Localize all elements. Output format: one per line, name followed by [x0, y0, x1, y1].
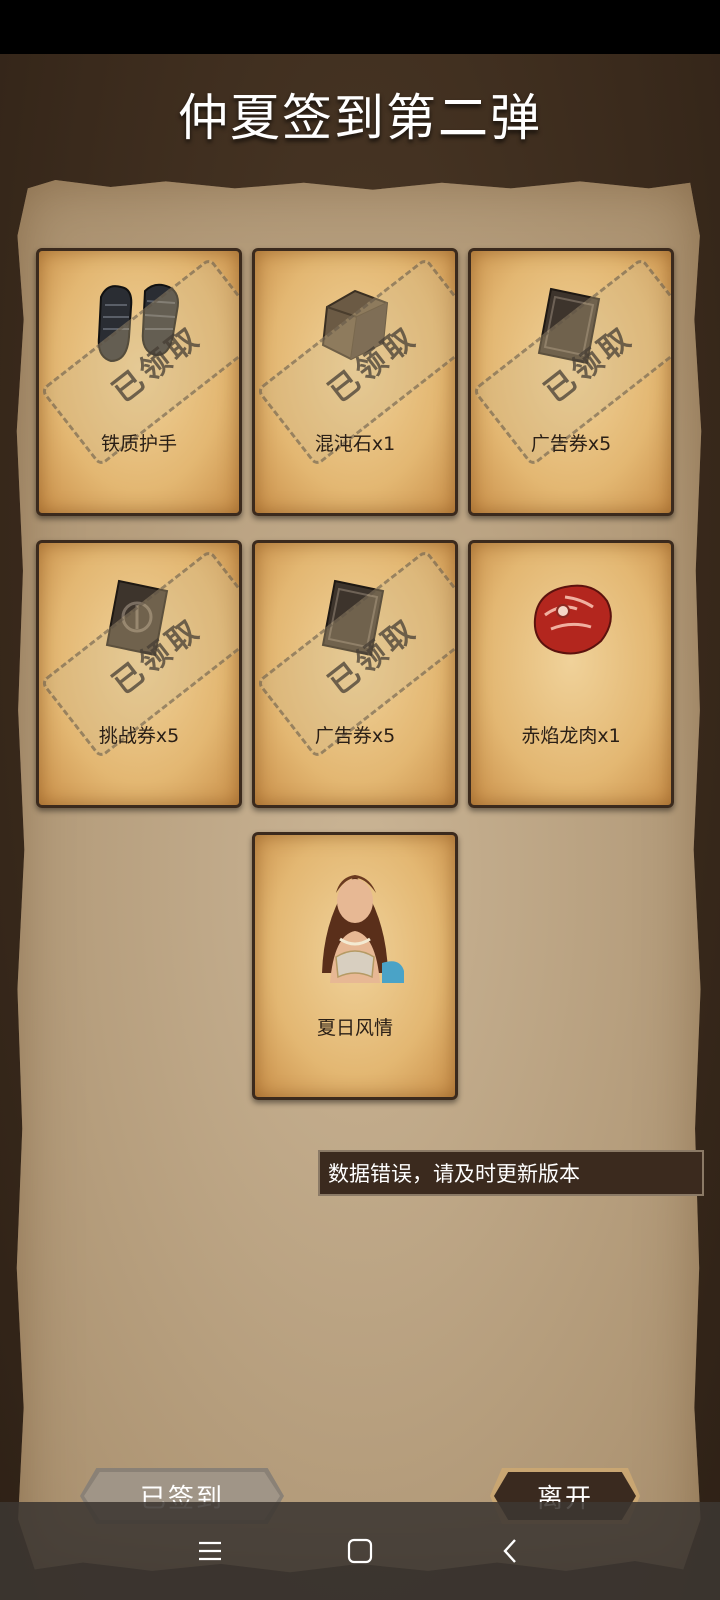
reward-label: 混沌石x1 [314, 433, 396, 455]
reward-card-5[interactable]: 已领取 广告券x5 [252, 540, 458, 808]
reward-card-4[interactable]: 已领取 挑战券x5 [36, 540, 242, 808]
reward-card-7[interactable]: 夏日风情 [252, 832, 458, 1100]
home-icon[interactable] [340, 1531, 380, 1571]
reward-label: 铁质护手 [100, 433, 177, 455]
system-navbar [0, 1502, 720, 1600]
back-icon[interactable] [490, 1531, 530, 1571]
reward-card-2[interactable]: 已领取 混沌石x1 [252, 248, 458, 516]
reward-label: 赤焰龙肉x1 [521, 725, 621, 747]
toast-text: 数据错误，请及时更新版本 [328, 1162, 580, 1186]
reward-label: 挑战券x5 [98, 725, 180, 747]
error-toast: 数据错误，请及时更新版本 [318, 1150, 704, 1196]
menu-icon[interactable] [190, 1531, 230, 1571]
status-bar [0, 0, 720, 54]
reward-card-1[interactable]: 已领取 铁质护手 [36, 248, 242, 516]
dragon-meat-icon [521, 569, 621, 669]
reward-card-6[interactable]: 赤焰龙肉x1 [468, 540, 674, 808]
reward-label: 广告券x5 [314, 725, 396, 747]
reward-label: 广告券x5 [530, 433, 612, 455]
character-portrait-icon [300, 853, 410, 983]
page-title: 仲夏签到第二弹 [178, 89, 542, 147]
reward-card-3[interactable]: 已领取 广告券x5 [468, 248, 674, 516]
reward-label: 夏日风情 [316, 1017, 393, 1039]
